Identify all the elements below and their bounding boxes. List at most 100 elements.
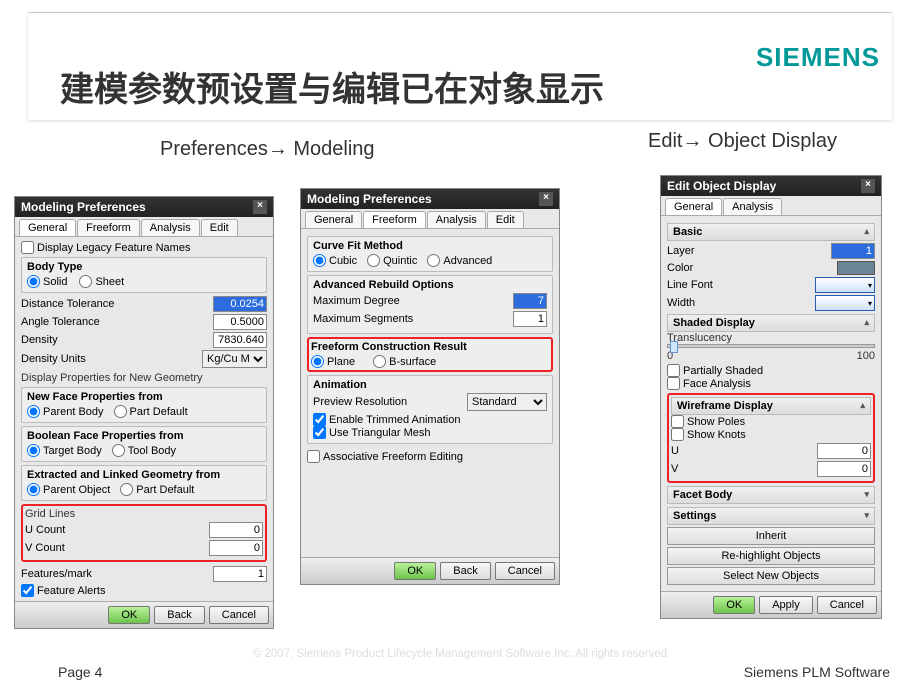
show-knots-label: Show Knots [687, 429, 746, 441]
close-icon[interactable]: × [861, 179, 875, 193]
ok-button[interactable]: OK [713, 596, 755, 614]
preview-resolution-select[interactable]: Standard [467, 393, 547, 411]
close-icon[interactable]: × [253, 200, 267, 214]
u-count-label: U Count [25, 524, 65, 536]
dialog-title-text: Edit Object Display [667, 179, 776, 193]
enable-trimmed-checkbox[interactable] [313, 413, 326, 426]
elg-parent-object-radio[interactable] [27, 483, 40, 496]
layer-input[interactable] [831, 243, 875, 259]
partially-shaded-checkbox[interactable] [667, 364, 680, 377]
show-poles-checkbox[interactable] [671, 415, 684, 428]
shaded-section[interactable]: Shaded Display▴ [667, 314, 875, 332]
settings-title: Settings [673, 510, 716, 522]
elg-part-default-radio[interactable] [120, 483, 133, 496]
facet-body-section[interactable]: Facet Body▾ [667, 486, 875, 504]
wire-v-input[interactable] [817, 461, 871, 477]
curve-fit-cubic-radio[interactable] [313, 254, 326, 267]
slider-max: 100 [857, 350, 875, 362]
freeform-construction-title: Freeform Construction Result [311, 341, 549, 353]
cancel-button[interactable]: Cancel [209, 606, 269, 624]
wireframe-section[interactable]: Wireframe Display▴ [671, 397, 871, 415]
nfp-part-default-radio[interactable] [114, 405, 127, 418]
color-swatch[interactable] [837, 261, 875, 275]
ok-button[interactable]: OK [394, 562, 436, 580]
tabs: General Freeform Analysis Edit [15, 217, 273, 237]
bfp-target-body-label: Target Body [43, 445, 102, 457]
density-units-select[interactable]: Kg/Cu M [202, 350, 267, 368]
preview-resolution-label: Preview Resolution [313, 396, 407, 408]
distance-tolerance-input[interactable] [213, 296, 267, 312]
width-select[interactable]: ▾ [815, 295, 875, 311]
body-type-solid-label: Solid [43, 276, 67, 288]
tab-analysis[interactable]: Analysis [141, 219, 200, 236]
v-count-input[interactable] [209, 540, 263, 556]
rehighlight-button[interactable]: Re-highlight Objects [667, 547, 875, 565]
max-segments-input[interactable] [513, 311, 547, 327]
back-button[interactable]: Back [154, 606, 204, 624]
tab-freeform[interactable]: Freeform [363, 211, 426, 228]
back-button[interactable]: Back [440, 562, 490, 580]
chevron-up-icon: ▴ [864, 317, 869, 329]
ffcr-plane-label: Plane [327, 356, 355, 368]
angle-tolerance-input[interactable] [213, 314, 267, 330]
show-knots-checkbox[interactable] [671, 428, 684, 441]
features-mark-input[interactable] [213, 566, 267, 582]
tab-analysis[interactable]: Analysis [427, 211, 486, 228]
nfp-parent-body-label: Parent Body [43, 406, 104, 418]
curve-fit-quintic-radio[interactable] [367, 254, 380, 267]
elg-part-default-label: Part Default [136, 484, 194, 496]
tab-general[interactable]: General [19, 219, 76, 236]
ffcr-bsurface-radio[interactable] [373, 355, 386, 368]
layer-label: Layer [667, 245, 695, 257]
assoc-freeform-checkbox[interactable] [307, 450, 320, 463]
basic-title: Basic [673, 226, 702, 238]
body-type-solid-radio[interactable] [27, 275, 40, 288]
max-degree-input[interactable] [513, 293, 547, 309]
siemens-logo: SIEMENS [756, 42, 880, 73]
max-segments-label: Maximum Segments [313, 313, 413, 325]
face-analysis-label: Face Analysis [683, 378, 751, 390]
basic-section[interactable]: Basic ▴ [667, 223, 875, 241]
translucency-slider[interactable] [667, 344, 875, 348]
feature-alerts-checkbox[interactable] [21, 584, 34, 597]
tab-analysis[interactable]: Analysis [723, 198, 782, 215]
u-count-input[interactable] [209, 522, 263, 538]
display-legacy-checkbox[interactable] [21, 241, 34, 254]
translucency-label: Translucency [667, 332, 875, 344]
tab-general[interactable]: General [665, 198, 722, 215]
bfp-tool-body-radio[interactable] [112, 444, 125, 457]
nfp-part-default-label: Part Default [130, 406, 188, 418]
grid-lines-title: Grid Lines [25, 508, 263, 520]
tab-general[interactable]: General [305, 211, 362, 228]
curve-fit-advanced-radio[interactable] [427, 254, 440, 267]
line-font-label: Line Font [667, 279, 713, 291]
bfp-tool-body-label: Tool Body [128, 445, 176, 457]
inherit-button[interactable]: Inherit [667, 527, 875, 545]
wire-u-input[interactable] [817, 443, 871, 459]
face-analysis-checkbox[interactable] [667, 377, 680, 390]
select-new-objects-button[interactable]: Select New Objects [667, 567, 875, 585]
use-triangular-checkbox[interactable] [313, 426, 326, 439]
bfp-target-body-radio[interactable] [27, 444, 40, 457]
body-type-sheet-radio[interactable] [79, 275, 92, 288]
nfp-parent-body-radio[interactable] [27, 405, 40, 418]
chevron-up-icon: ▴ [864, 226, 869, 238]
density-input[interactable] [213, 332, 267, 348]
close-icon[interactable]: × [539, 192, 553, 206]
curve-fit-quintic-label: Quintic [383, 255, 417, 267]
adv-rebuild-title: Advanced Rebuild Options [313, 279, 547, 291]
ffcr-plane-radio[interactable] [311, 355, 324, 368]
tab-edit[interactable]: Edit [201, 219, 238, 236]
line-font-select[interactable]: ▾ [815, 277, 875, 293]
cancel-button[interactable]: Cancel [817, 596, 877, 614]
ok-button[interactable]: OK [108, 606, 150, 624]
curve-fit-cubic-label: Cubic [329, 255, 357, 267]
tab-freeform[interactable]: Freeform [77, 219, 140, 236]
settings-section[interactable]: Settings▾ [667, 507, 875, 525]
tab-edit[interactable]: Edit [487, 211, 524, 228]
cancel-button[interactable]: Cancel [495, 562, 555, 580]
ffcr-bsurface-label: B-surface [389, 356, 436, 368]
max-degree-label: Maximum Degree [313, 295, 400, 307]
curve-fit-title: Curve Fit Method [313, 240, 547, 252]
apply-button[interactable]: Apply [759, 596, 813, 614]
